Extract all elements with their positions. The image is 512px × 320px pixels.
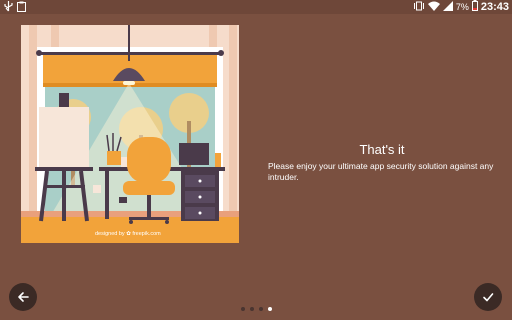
battery-level: 7%	[455, 2, 469, 12]
back-button[interactable]	[9, 283, 37, 311]
page-dot	[250, 307, 254, 311]
done-button[interactable]	[474, 283, 502, 311]
page-title: That's it	[359, 142, 405, 157]
page-indicator	[241, 307, 272, 311]
check-icon	[483, 293, 494, 302]
arrow-left-icon	[18, 292, 29, 302]
intro-illustration: designed by ✿ freepik.com	[21, 25, 239, 243]
page-message: Please enjoy your ultimate app security …	[268, 161, 494, 182]
page-dot	[259, 307, 263, 311]
page-dot-active	[268, 307, 272, 311]
wifi-icon	[427, 1, 440, 14]
signal-icon	[442, 0, 453, 14]
usb-icon	[4, 1, 13, 15]
battery-icon	[471, 0, 478, 14]
vibrate-icon	[413, 1, 425, 14]
page-dot	[241, 307, 245, 311]
illustration-credit: designed by ✿ freepik.com	[95, 231, 161, 237]
clipboard-icon	[17, 1, 26, 15]
clock: 23:43	[480, 1, 509, 13]
intro-content: That's it Please enjoy your ultimate app…	[262, 142, 502, 183]
status-bar: 7% 23:43	[0, 0, 512, 14]
